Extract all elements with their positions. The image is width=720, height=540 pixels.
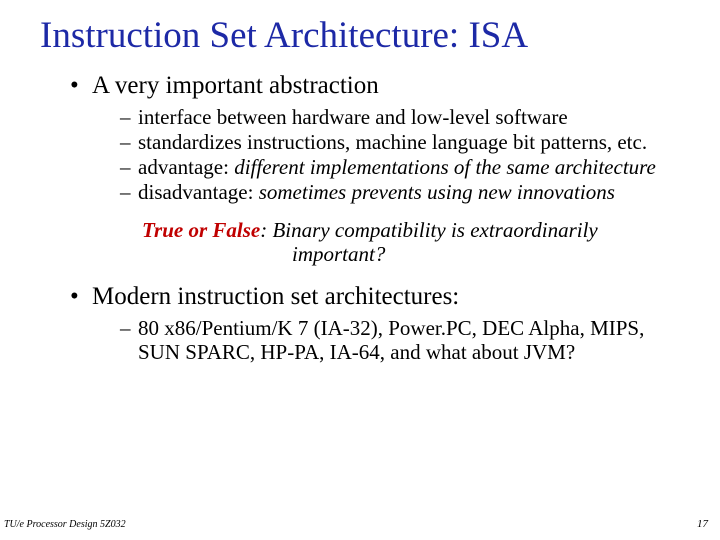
- bullet-item: Modern instruction set architectures: 80…: [70, 282, 670, 364]
- sub-desc: different implementations of the same ar…: [234, 155, 656, 179]
- sub-list: 80 x86/Pentium/K 7 (IA-32), Power.PC, DE…: [92, 316, 670, 364]
- question-block: True or False: Binary compatibility is e…: [142, 218, 670, 266]
- question-label: True or False: [142, 218, 260, 242]
- question-line2: important?: [142, 242, 385, 266]
- sub-desc: sometimes prevents using new innovations: [259, 180, 615, 204]
- sub-label: disadvantage:: [138, 180, 259, 204]
- sub-item: advantage: different implementations of …: [120, 155, 670, 179]
- bullet-text: Modern instruction set architectures:: [92, 283, 459, 310]
- sub-item: standardizes instructions, machine langu…: [120, 130, 670, 154]
- slide: Instruction Set Architecture: ISA A very…: [0, 0, 720, 540]
- sub-list: interface between hardware and low-level…: [92, 105, 670, 205]
- bullet-list: A very important abstraction interface b…: [70, 71, 670, 364]
- sub-label: advantage:: [138, 155, 234, 179]
- sub-item: 80 x86/Pentium/K 7 (IA-32), Power.PC, DE…: [120, 316, 670, 364]
- sub-item: interface between hardware and low-level…: [120, 105, 670, 129]
- slide-body: A very important abstraction interface b…: [0, 57, 670, 364]
- question-colon: :: [260, 218, 272, 242]
- footer-left: TU/e Processor Design 5Z032: [4, 519, 126, 530]
- bullet-item: A very important abstraction interface b…: [70, 71, 670, 266]
- sub-item: disadvantage: sometimes prevents using n…: [120, 180, 670, 204]
- question-line1: Binary compatibility is extraordinarily: [272, 218, 597, 242]
- bullet-text: A very important abstraction: [92, 72, 379, 99]
- page-number: 17: [697, 518, 708, 530]
- slide-title: Instruction Set Architecture: ISA: [0, 0, 720, 57]
